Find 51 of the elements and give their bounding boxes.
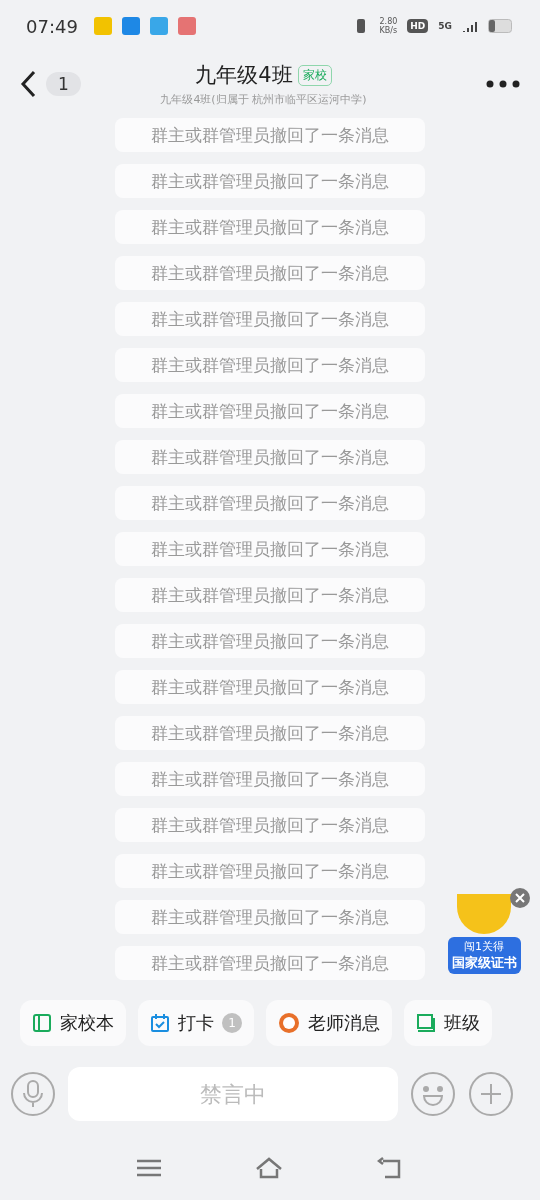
signal-icon xyxy=(462,20,478,32)
microphone-icon[interactable] xyxy=(10,1071,56,1117)
notebook-icon xyxy=(32,1013,52,1033)
group-tag: 家校 xyxy=(297,64,332,86)
more-icon[interactable] xyxy=(486,80,520,88)
shortcut-chip[interactable]: 老师消息 xyxy=(266,1000,392,1046)
recall-notice: 群主或群管理员撤回了一条消息 xyxy=(115,118,425,152)
recall-notice: 群主或群管理员撤回了一条消息 xyxy=(115,394,425,428)
recall-notice: 群主或群管理员撤回了一条消息 xyxy=(115,716,425,750)
recall-notice: 群主或群管理员撤回了一条消息 xyxy=(115,808,425,842)
count-badge: 1 xyxy=(222,1013,242,1033)
recall-notice: 群主或群管理员撤回了一条消息 xyxy=(115,348,425,382)
recall-notice: 群主或群管理员撤回了一条消息 xyxy=(115,900,425,934)
recall-notice: 群主或群管理员撤回了一条消息 xyxy=(115,486,425,520)
recall-notice: 群主或群管理员撤回了一条消息 xyxy=(115,670,425,704)
app-icon xyxy=(177,17,196,35)
menu-icon[interactable] xyxy=(137,1159,161,1177)
unread-count: 1 xyxy=(46,72,81,96)
battery-icon xyxy=(488,19,514,33)
book-icon xyxy=(416,1013,436,1033)
recall-notice: 群主或群管理员撤回了一条消息 xyxy=(115,256,425,290)
close-icon[interactable] xyxy=(510,888,530,908)
chat-subtitle: 九年级4班(归属于 杭州市临平区运河中学) xyxy=(160,92,367,107)
recall-notice: 群主或群管理员撤回了一条消息 xyxy=(115,164,425,198)
recall-notice: 群主或群管理员撤回了一条消息 xyxy=(115,624,425,658)
chat-title: 九年级4班 xyxy=(195,62,293,89)
recall-notice: 群主或群管理员撤回了一条消息 xyxy=(115,302,425,336)
home-icon[interactable] xyxy=(255,1157,283,1179)
calendar-icon xyxy=(150,1013,170,1033)
recall-notice: 群主或群管理员撤回了一条消息 xyxy=(115,578,425,612)
shortcut-chip[interactable]: 家校本 xyxy=(20,1000,126,1046)
clock: 07:49 xyxy=(26,15,78,37)
emoji-icon[interactable] xyxy=(410,1071,456,1117)
network-type: 5G xyxy=(438,21,452,31)
add-icon[interactable] xyxy=(468,1071,514,1117)
recall-notice: 群主或群管理员撤回了一条消息 xyxy=(115,440,425,474)
promo-banner[interactable]: 闯1关得 国家级证书 xyxy=(447,937,521,974)
recall-notice: 群主或群管理员撤回了一条消息 xyxy=(115,946,425,980)
shortcut-chip[interactable]: 打卡 1 xyxy=(138,1000,254,1046)
back-icon[interactable] xyxy=(20,70,36,98)
app-icon xyxy=(149,17,168,35)
recall-notice: 群主或群管理员撤回了一条消息 xyxy=(115,854,425,888)
hd-indicator: HD xyxy=(407,19,429,33)
recall-notice: 群主或群管理员撤回了一条消息 xyxy=(115,762,425,796)
app-icon xyxy=(93,17,112,35)
speed-unit: KB/s xyxy=(379,26,398,35)
network-speed: 2.80 xyxy=(379,17,398,26)
recall-notice: 群主或群管理员撤回了一条消息 xyxy=(115,210,425,244)
recall-notice: 群主或群管理员撤回了一条消息 xyxy=(115,532,425,566)
shortcut-chip[interactable]: 班级 xyxy=(404,1000,492,1046)
app-icon xyxy=(121,17,140,35)
